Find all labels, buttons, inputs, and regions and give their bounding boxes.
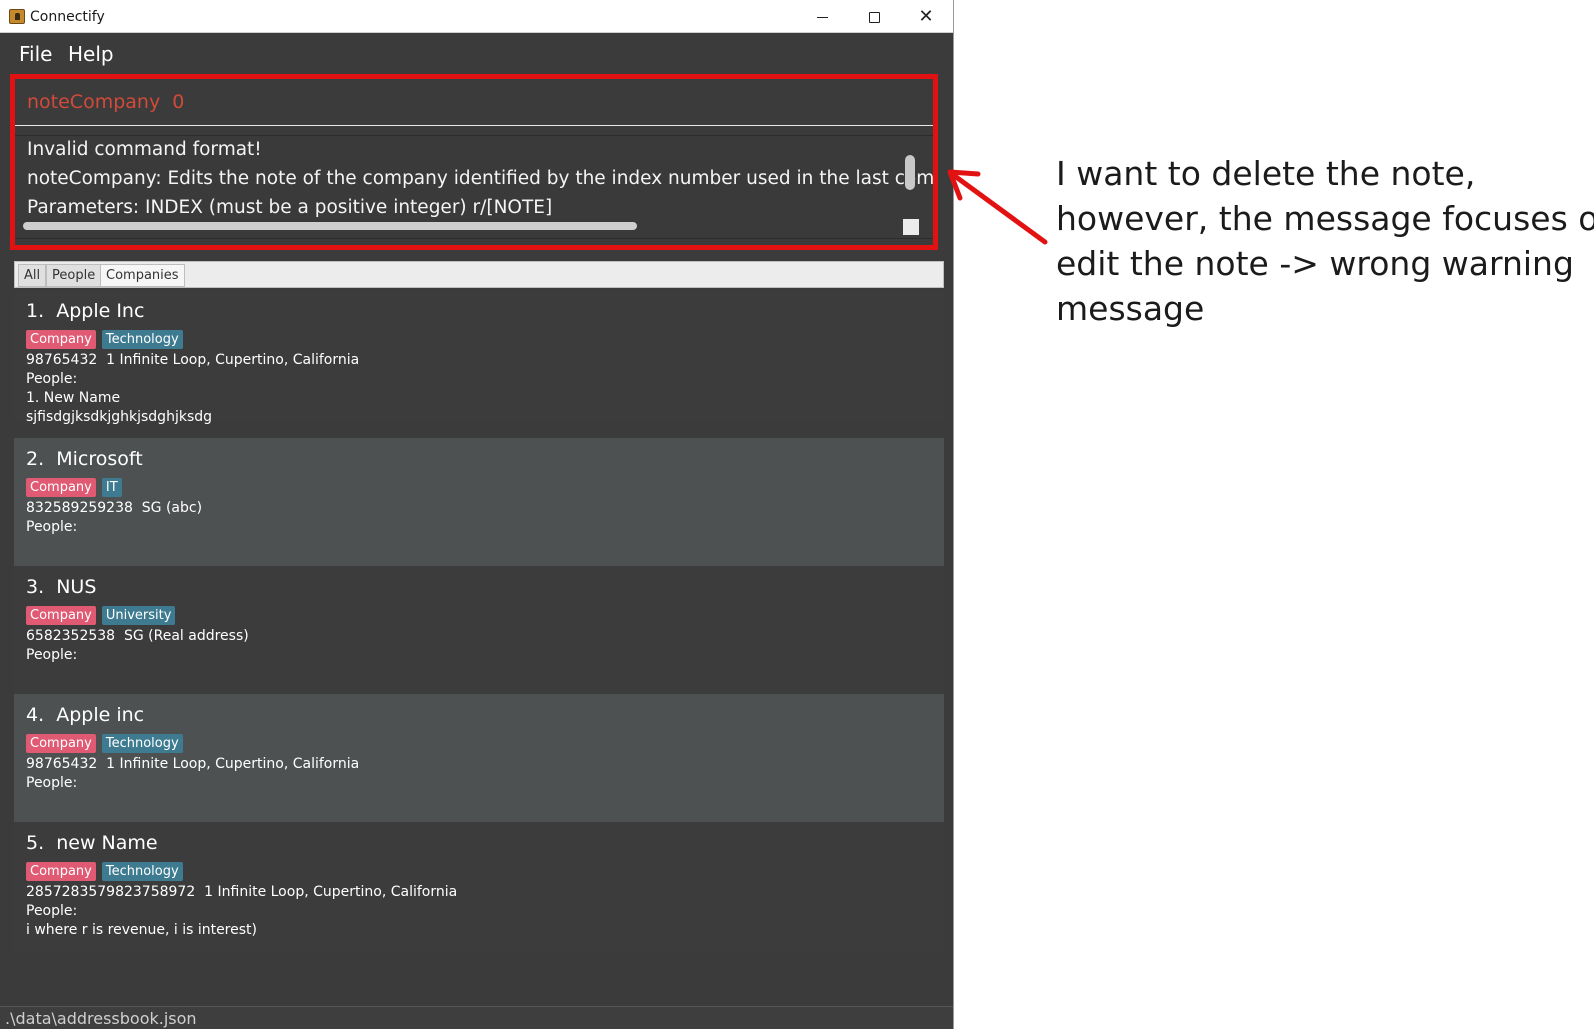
- annotation-comment: I want to delete the note, however, the …: [1056, 151, 1594, 331]
- status-bar: .\data\addressbook.json: [0, 1006, 953, 1029]
- annotation-line: edit the note -> wrong warning: [1056, 244, 1574, 283]
- tag-row: Company Technology: [26, 862, 189, 882]
- annotation-line: message: [1056, 289, 1205, 328]
- close-icon: ✕: [918, 6, 934, 27]
- people-label: People:: [26, 775, 78, 791]
- tag-row: Company IT: [26, 478, 128, 498]
- company-contact: 98765432 1 Infinite Loop, Cupertino, Cal…: [26, 756, 360, 772]
- list-item[interactable]: 2. Microsoft Company IT 832589259238 SG (…: [14, 438, 944, 568]
- people-label: People:: [26, 647, 78, 663]
- tag-row: Company Technology: [26, 734, 189, 754]
- maximize-icon: [868, 11, 880, 23]
- annotation-line: however, the message focuses on: [1056, 199, 1594, 238]
- tag-badge: Technology: [101, 862, 183, 881]
- tab-all[interactable]: All: [18, 264, 47, 287]
- company-contact: 98765432 1 Infinite Loop, Cupertino, Cal…: [26, 352, 360, 368]
- company-note: i where r is revenue, i is interest): [26, 922, 257, 938]
- maximize-button[interactable]: [848, 0, 900, 33]
- minimize-button[interactable]: [796, 0, 848, 33]
- list-item[interactable]: 3. NUS Company University 6582352538 SG (…: [14, 566, 944, 696]
- app-icon: [9, 9, 25, 24]
- window-title: Connectify: [30, 9, 105, 25]
- people-label: People:: [26, 903, 78, 919]
- tag-badge: Company: [26, 734, 96, 753]
- tab-people[interactable]: People: [46, 264, 102, 287]
- title-bar: Connectify ✕: [0, 0, 953, 33]
- company-list[interactable]: 1. Apple Inc Company Technology 98765432 …: [14, 290, 944, 962]
- tab-companies[interactable]: Companies: [100, 264, 185, 287]
- company-name: 5. new Name: [26, 832, 158, 854]
- tag-badge: IT: [101, 478, 122, 497]
- person-entry: 1. New Name: [26, 390, 121, 406]
- screenshot-canvas: Connectify ✕ File Help noteCompany 0 Inv…: [0, 0, 1594, 1029]
- menu-help[interactable]: Help: [68, 42, 114, 66]
- tag-badge: Technology: [101, 330, 183, 349]
- annotation-highlight-box: [10, 74, 938, 250]
- list-item[interactable]: 4. Apple inc Company Technology 98765432 …: [14, 694, 944, 824]
- tag-row: Company University: [26, 606, 181, 626]
- tag-badge: Company: [26, 330, 96, 349]
- company-name: 4. Apple inc: [26, 704, 145, 726]
- menu-bar: File Help: [0, 34, 953, 72]
- company-note: sjfisdgjksdkjghkjsdghjksdg: [26, 409, 213, 425]
- app-window: Connectify ✕ File Help noteCompany 0 Inv…: [0, 0, 954, 1029]
- company-contact: 6582352538 SG (Real address): [26, 628, 249, 644]
- tab-bar: All People Companies: [14, 261, 944, 288]
- company-name: 2. Microsoft: [26, 448, 143, 470]
- tag-badge: Company: [26, 862, 96, 881]
- company-contact: 2857283579823758972 1 Infinite Loop, Cup…: [26, 884, 458, 900]
- company-name: 1. Apple Inc: [26, 300, 145, 322]
- tag-badge: Company: [26, 606, 96, 625]
- annotation-arrow: [947, 169, 1048, 245]
- data-file-path: .\data\addressbook.json: [5, 1009, 197, 1028]
- company-contact: 832589259238 SG (abc): [26, 500, 203, 516]
- company-name: 3. NUS: [26, 576, 97, 598]
- tag-row: Company Technology: [26, 330, 189, 350]
- list-item[interactable]: 1. Apple Inc Company Technology 98765432 …: [14, 290, 944, 425]
- menu-file[interactable]: File: [19, 42, 52, 66]
- people-label: People:: [26, 371, 78, 387]
- list-item[interactable]: 5. new Name Company Technology 2857283579…: [14, 822, 944, 952]
- close-button[interactable]: ✕: [900, 0, 952, 33]
- tag-badge: Technology: [101, 734, 183, 753]
- people-label: People:: [26, 519, 78, 535]
- minimize-icon: [816, 16, 828, 18]
- annotation-line: I want to delete the note,: [1056, 154, 1476, 193]
- tag-badge: University: [101, 606, 176, 625]
- tag-badge: Company: [26, 478, 96, 497]
